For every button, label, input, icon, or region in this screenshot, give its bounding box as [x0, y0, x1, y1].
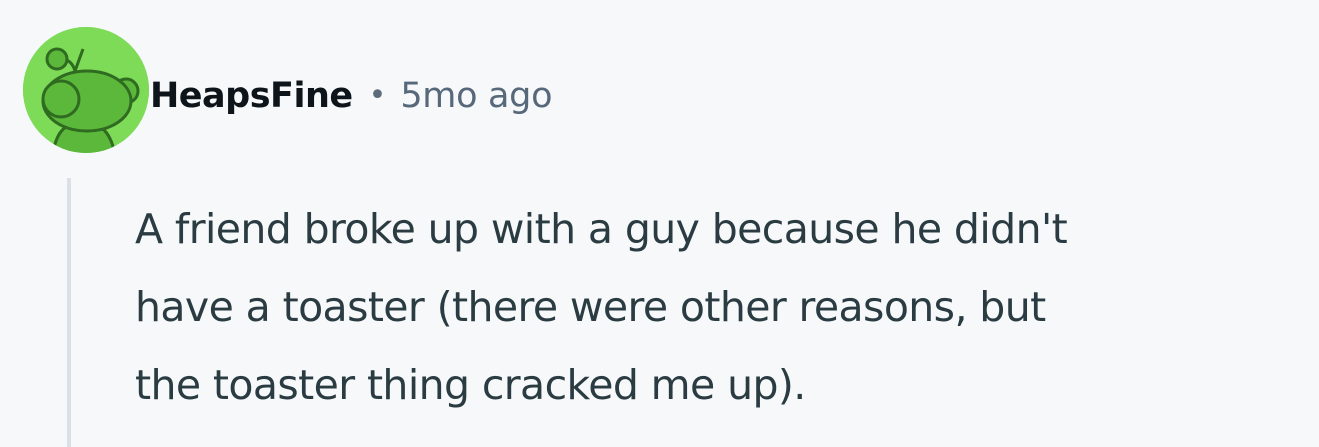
comment-header: HeapsFine • 5mo ago: [150, 66, 553, 126]
snoo-avatar-icon: [23, 27, 149, 153]
comment: HeapsFine • 5mo ago A friend broke up wi…: [0, 0, 1319, 447]
comment-body-line: have a toaster (there were other reasons…: [135, 283, 1046, 331]
username-link[interactable]: HeapsFine: [150, 76, 353, 116]
comment-body: A friend broke up with a guy because he …: [135, 190, 1305, 424]
comment-body-line: A friend broke up with a guy because he …: [135, 205, 1068, 253]
user-avatar[interactable]: [23, 27, 149, 153]
separator-dot: •: [368, 78, 387, 113]
timestamp[interactable]: 5mo ago: [400, 76, 552, 116]
comment-body-line: the toaster thing cracked me up).: [135, 361, 806, 409]
thread-line[interactable]: [67, 178, 71, 447]
